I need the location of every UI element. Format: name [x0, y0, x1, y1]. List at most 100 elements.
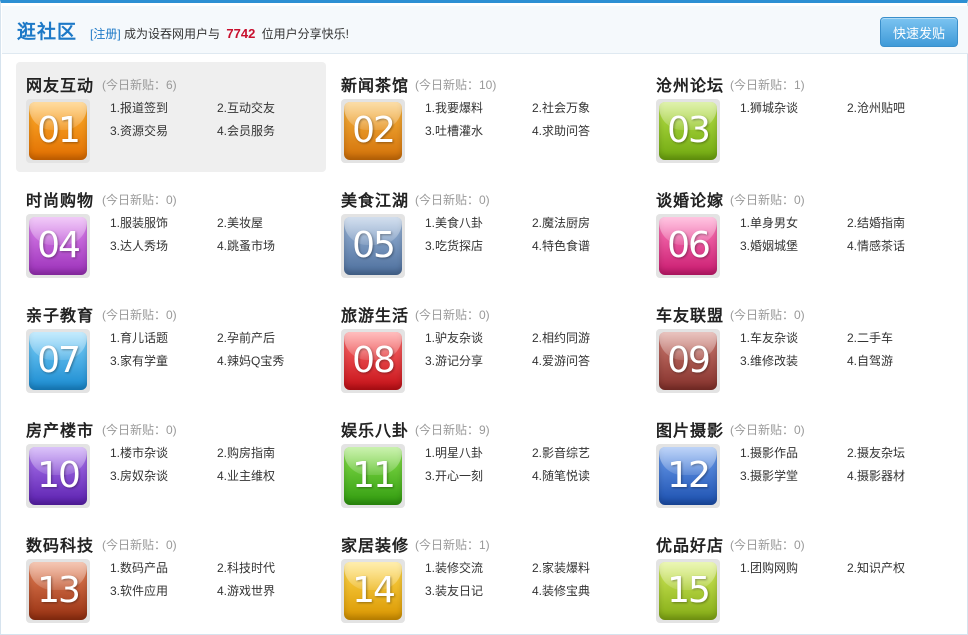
subforum-link[interactable]: 1.楼市杂谈 — [110, 445, 217, 461]
subforum-link[interactable]: 3.家有学童 — [110, 353, 217, 369]
forum-cell[interactable]: 亲子教育 (今日新贴：0) 07 1.育儿话题 2.孕前产后 3.家有学童 4.… — [16, 292, 326, 402]
forum-title[interactable]: 数码科技 — [26, 532, 94, 556]
subforum-link[interactable]: 1.驴友杂谈 — [425, 330, 532, 346]
forum-icon-tile[interactable]: 03 — [656, 99, 720, 163]
forum-icon-tile[interactable]: 04 — [26, 214, 90, 278]
subforum-link[interactable]: 2.影音综艺 — [532, 445, 635, 461]
subforum-link[interactable]: 4.特色食谱 — [532, 238, 635, 254]
forum-cell[interactable]: 家居装修 (今日新贴：1) 14 1.装修交流 2.家装爆料 3.装友日记 4.… — [331, 522, 641, 632]
subforum-link[interactable]: 3.装友日记 — [425, 583, 532, 599]
subforum-link[interactable]: 1.报道签到 — [110, 100, 217, 116]
forum-cell[interactable]: 沧州论坛 (今日新贴：1) 03 1.狮城杂谈 2.沧州贴吧 — [646, 62, 956, 172]
subforum-link[interactable]: 4.业主维权 — [217, 468, 320, 484]
forum-icon-tile[interactable]: 11 — [341, 444, 405, 508]
forum-title[interactable]: 娱乐八卦 — [341, 417, 409, 441]
forum-icon-tile[interactable]: 09 — [656, 329, 720, 393]
register-link[interactable]: [注册] — [90, 27, 121, 41]
forum-cell[interactable]: 美食江湖 (今日新贴：0) 05 1.美食八卦 2.魔法厨房 3.吃货探店 4.… — [331, 177, 641, 287]
subforum-link[interactable]: 3.开心一刻 — [425, 468, 532, 484]
subforum-link[interactable]: 2.知识产权 — [847, 560, 950, 576]
forum-cell[interactable]: 数码科技 (今日新贴：0) 13 1.数码产品 2.科技时代 3.软件应用 4.… — [16, 522, 326, 632]
subforum-link[interactable]: 4.随笔悦读 — [532, 468, 635, 484]
forum-title[interactable]: 时尚购物 — [26, 187, 94, 211]
forum-title[interactable]: 房产楼市 — [26, 417, 94, 441]
subforum-link[interactable]: 1.明星八卦 — [425, 445, 532, 461]
subforum-link[interactable]: 4.辣妈Q宝秀 — [217, 353, 320, 369]
subforum-link[interactable]: 3.吃货探店 — [425, 238, 532, 254]
forum-cell[interactable]: 新闻茶馆 (今日新贴：10) 02 1.我要爆料 2.社会万象 3.吐槽灌水 4… — [331, 62, 641, 172]
forum-title[interactable]: 旅游生活 — [341, 302, 409, 326]
forum-title[interactable]: 优品好店 — [656, 532, 724, 556]
subforum-link[interactable]: 2.结婚指南 — [847, 215, 950, 231]
subforum-link[interactable]: 1.服装服饰 — [110, 215, 217, 231]
subforum-link[interactable]: 1.车友杂谈 — [740, 330, 847, 346]
quick-post-button[interactable]: 快速发贴 — [880, 17, 958, 47]
forum-icon-tile[interactable]: 07 — [26, 329, 90, 393]
subforum-link[interactable]: 2.魔法厨房 — [532, 215, 635, 231]
subforum-link[interactable]: 1.单身男女 — [740, 215, 847, 231]
subforum-link[interactable]: 4.装修宝典 — [532, 583, 635, 599]
subforum-link[interactable]: 1.我要爆料 — [425, 100, 532, 116]
forum-icon-tile[interactable]: 05 — [341, 214, 405, 278]
subforum-link[interactable]: 1.狮城杂谈 — [740, 100, 847, 116]
subforum-link[interactable]: 2.社会万象 — [532, 100, 635, 116]
subforum-link[interactable]: 2.二手车 — [847, 330, 950, 346]
subforum-link[interactable]: 4.爱游问答 — [532, 353, 635, 369]
subforum-link[interactable]: 2.购房指南 — [217, 445, 320, 461]
subforum-link[interactable]: 1.美食八卦 — [425, 215, 532, 231]
forum-icon-tile[interactable]: 14 — [341, 559, 405, 623]
subforum-link[interactable]: 1.数码产品 — [110, 560, 217, 576]
forum-title[interactable]: 美食江湖 — [341, 187, 409, 211]
forum-title[interactable]: 车友联盟 — [656, 302, 724, 326]
subforum-link[interactable]: 3.房奴杂谈 — [110, 468, 217, 484]
subforum-link[interactable]: 2.相约同游 — [532, 330, 635, 346]
forum-title[interactable]: 网友互动 — [26, 72, 94, 96]
subforum-link[interactable]: 1.装修交流 — [425, 560, 532, 576]
forum-cell[interactable]: 优品好店 (今日新贴：0) 15 1.团购网购 2.知识产权 — [646, 522, 956, 632]
forum-title[interactable]: 亲子教育 — [26, 302, 94, 326]
forum-title[interactable]: 谈婚论嫁 — [656, 187, 724, 211]
subforum-link[interactable]: 4.跳蚤市场 — [217, 238, 320, 254]
subforum-link[interactable]: 1.摄影作品 — [740, 445, 847, 461]
forum-icon-tile[interactable]: 15 — [656, 559, 720, 623]
forum-title[interactable]: 图片摄影 — [656, 417, 724, 441]
forum-icon-tile[interactable]: 10 — [26, 444, 90, 508]
forum-cell[interactable]: 网友互动 (今日新贴：6) 01 1.报道签到 2.互动交友 3.资源交易 4.… — [16, 62, 326, 172]
subforum-link[interactable]: 3.维修改装 — [740, 353, 847, 369]
subforum-link[interactable]: 3.婚姻城堡 — [740, 238, 847, 254]
forum-icon-tile[interactable]: 08 — [341, 329, 405, 393]
subforum-link[interactable]: 1.育儿话题 — [110, 330, 217, 346]
forum-icon-tile[interactable]: 01 — [26, 99, 90, 163]
subforum-link[interactable]: 3.软件应用 — [110, 583, 217, 599]
subforum-link[interactable]: 4.自驾游 — [847, 353, 950, 369]
forum-cell[interactable]: 房产楼市 (今日新贴：0) 10 1.楼市杂谈 2.购房指南 3.房奴杂谈 4.… — [16, 407, 326, 517]
forum-cell[interactable]: 旅游生活 (今日新贴：0) 08 1.驴友杂谈 2.相约同游 3.游记分享 4.… — [331, 292, 641, 402]
forum-icon-tile[interactable]: 12 — [656, 444, 720, 508]
forum-icon-tile[interactable]: 06 — [656, 214, 720, 278]
subforum-link[interactable]: 2.科技时代 — [217, 560, 320, 576]
subforum-link[interactable]: 3.资源交易 — [110, 123, 217, 139]
forum-cell[interactable]: 时尚购物 (今日新贴：0) 04 1.服装服饰 2.美妆屋 3.达人秀场 4.跳… — [16, 177, 326, 287]
subforum-link[interactable]: 3.吐槽灌水 — [425, 123, 532, 139]
forum-title[interactable]: 沧州论坛 — [656, 72, 724, 96]
forum-icon-tile[interactable]: 02 — [341, 99, 405, 163]
subforum-link[interactable]: 3.摄影学堂 — [740, 468, 847, 484]
forum-cell[interactable]: 娱乐八卦 (今日新贴：9) 11 1.明星八卦 2.影音综艺 3.开心一刻 4.… — [331, 407, 641, 517]
subforum-link[interactable]: 2.家装爆料 — [532, 560, 635, 576]
subforum-link[interactable]: 2.孕前产后 — [217, 330, 320, 346]
forum-cell[interactable]: 图片摄影 (今日新贴：0) 12 1.摄影作品 2.摄友杂坛 3.摄影学堂 4.… — [646, 407, 956, 517]
subforum-link[interactable]: 1.团购网购 — [740, 560, 847, 576]
subforum-link[interactable]: 4.会员服务 — [217, 123, 320, 139]
subforum-link[interactable]: 3.达人秀场 — [110, 238, 217, 254]
subforum-link[interactable]: 4.求助问答 — [532, 123, 635, 139]
forum-cell[interactable]: 车友联盟 (今日新贴：0) 09 1.车友杂谈 2.二手车 3.维修改装 4.自… — [646, 292, 956, 402]
forum-title[interactable]: 新闻茶馆 — [341, 72, 409, 96]
subforum-link[interactable]: 4.游戏世界 — [217, 583, 320, 599]
forum-icon-tile[interactable]: 13 — [26, 559, 90, 623]
subforum-link[interactable]: 2.摄友杂坛 — [847, 445, 950, 461]
subforum-link[interactable]: 4.摄影器材 — [847, 468, 950, 484]
forum-title[interactable]: 家居装修 — [341, 532, 409, 556]
subforum-link[interactable]: 3.游记分享 — [425, 353, 532, 369]
subforum-link[interactable]: 4.情感茶话 — [847, 238, 950, 254]
subforum-link[interactable]: 2.美妆屋 — [217, 215, 320, 231]
